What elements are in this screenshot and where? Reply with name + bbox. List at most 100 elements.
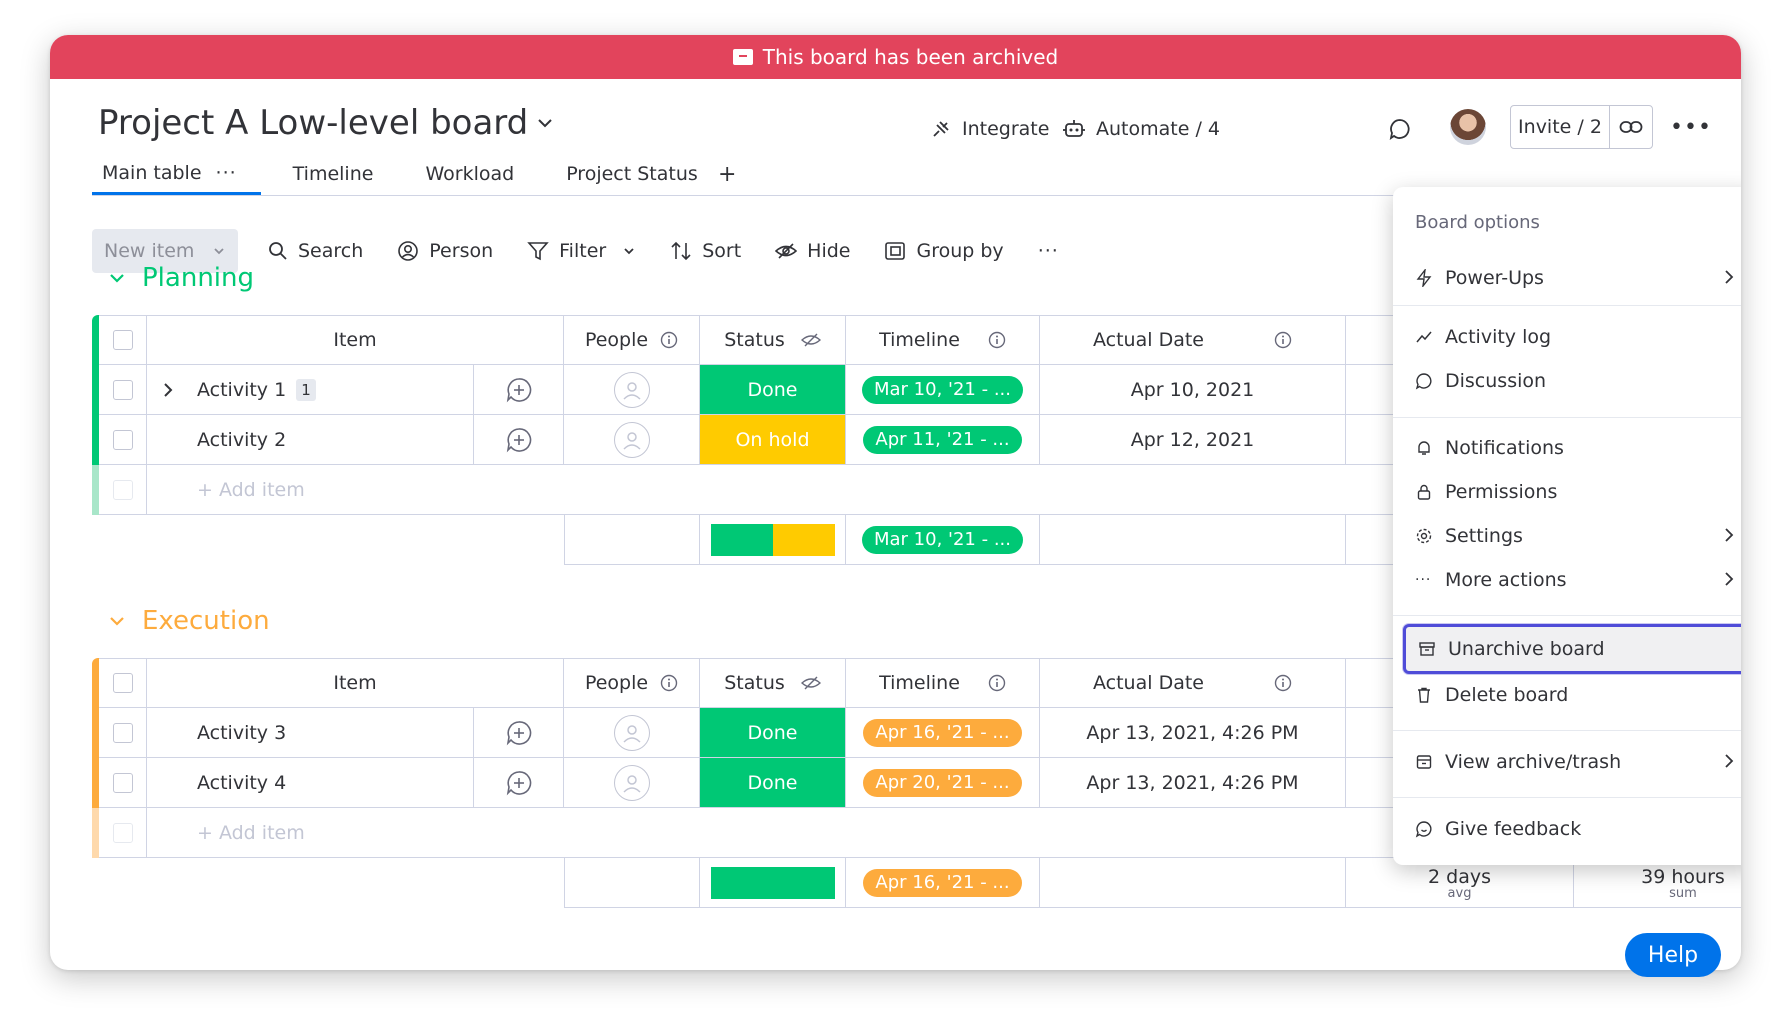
person-filter-button[interactable]: Person	[397, 240, 493, 262]
copy-link-button[interactable]	[1609, 105, 1653, 149]
status-cell[interactable]: Done	[700, 365, 846, 415]
header-status[interactable]: Status	[700, 315, 846, 365]
updates-cell[interactable]	[474, 415, 564, 465]
tab-menu-icon[interactable]: ···	[216, 162, 237, 184]
timeline-pill[interactable]: Mar 10, '21 - ...	[862, 525, 1023, 554]
integrate-button[interactable]: Integrate	[930, 111, 1049, 147]
status-cell[interactable]: Done	[700, 708, 846, 758]
menu-item-view-archive-trash[interactable]: View archive/trash	[1403, 741, 1741, 783]
actual-date-cell[interactable]: Apr 10, 2021	[1040, 365, 1346, 415]
item-cell[interactable]: Activity 3	[147, 708, 474, 758]
chevron-down-icon[interactable]	[108, 269, 126, 287]
header-actual-date[interactable]: Actual Date	[1040, 315, 1346, 365]
updates-cell[interactable]	[474, 758, 564, 808]
actual-date-cell[interactable]: Apr 13, 2021, 4:26 PM	[1040, 708, 1346, 758]
item-name[interactable]: Activity 4	[197, 772, 286, 794]
help-button[interactable]: Help	[1625, 933, 1721, 977]
timeline-cell[interactable]: Mar 10, '21 - ...	[846, 365, 1040, 415]
eye-off-icon[interactable]	[800, 675, 821, 691]
menu-item-notifications[interactable]: Notifications	[1403, 427, 1741, 469]
info-icon[interactable]	[1274, 331, 1292, 349]
status-cell[interactable]: On hold	[700, 415, 846, 465]
board-discussion-button[interactable]	[1388, 111, 1422, 147]
group-title-planning[interactable]: Planning	[108, 263, 254, 293]
info-icon[interactable]	[1274, 674, 1292, 692]
item-cell[interactable]: Activity 1 1	[147, 365, 474, 415]
info-icon[interactable]	[660, 674, 678, 692]
people-cell[interactable]	[564, 708, 700, 758]
sort-button[interactable]: Sort	[670, 240, 741, 262]
row-checkbox[interactable]	[112, 772, 133, 793]
menu-item-unarchive-board[interactable]: Unarchive board	[1403, 624, 1741, 674]
hide-button[interactable]: Hide	[775, 240, 850, 262]
timeline-pill[interactable]: Apr 16, '21 - ...	[863, 868, 1022, 897]
info-icon[interactable]	[988, 331, 1006, 349]
select-all-checkbox[interactable]	[112, 673, 133, 693]
item-name[interactable]: Activity 1	[197, 379, 286, 401]
header-status[interactable]: Status	[700, 658, 846, 708]
row-checkbox[interactable]	[112, 722, 133, 743]
header-actual-date[interactable]: Actual Date	[1040, 658, 1346, 708]
add-view-icon[interactable]: +	[718, 162, 736, 187]
status-cell[interactable]: Done	[700, 758, 846, 808]
more-options-icon[interactable]: •••	[1670, 115, 1712, 140]
search-button[interactable]: Search	[268, 240, 363, 262]
row-checkbox[interactable]	[112, 379, 133, 400]
timeline-cell[interactable]: Apr 20, '21 - ...	[846, 758, 1040, 808]
header-timeline[interactable]: Timeline	[846, 315, 1040, 365]
actual-date-cell[interactable]: Apr 12, 2021	[1040, 415, 1346, 465]
automate-button[interactable]: Automate / 4	[1062, 111, 1220, 147]
updates-cell[interactable]	[474, 365, 564, 415]
group-by-button[interactable]: Group by	[884, 240, 1004, 262]
menu-item-settings[interactable]: Settings	[1403, 515, 1741, 557]
eye-off-icon[interactable]	[800, 332, 821, 348]
item-cell[interactable]: Activity 4	[147, 758, 474, 808]
people-cell[interactable]	[564, 365, 700, 415]
chevron-down-icon[interactable]	[535, 113, 555, 133]
header-people[interactable]: People	[564, 658, 700, 708]
chevron-right-icon[interactable]	[161, 382, 175, 398]
item-cell[interactable]: Activity 2	[147, 415, 474, 465]
item-name[interactable]: Activity 3	[197, 722, 286, 744]
timeline-pill[interactable]: Apr 16, '21 - ...	[863, 718, 1022, 747]
subitems-count-badge[interactable]: 1	[296, 378, 316, 401]
menu-item-power-ups[interactable]: Power-Ups	[1403, 257, 1741, 299]
actual-date-cell[interactable]: Apr 13, 2021, 4:26 PM	[1040, 758, 1346, 808]
chevron-down-icon[interactable]	[108, 612, 126, 630]
timeline-pill[interactable]: Apr 20, '21 - ...	[863, 768, 1022, 797]
menu-item-more-actions[interactable]: ··· More actions	[1403, 559, 1741, 601]
menu-item-delete-board[interactable]: Delete board	[1403, 674, 1741, 716]
timeline-pill[interactable]: Mar 10, '21 - ...	[862, 375, 1023, 404]
select-all-checkbox[interactable]	[112, 330, 133, 350]
add-update-icon[interactable]	[506, 377, 532, 403]
menu-item-permissions[interactable]: Permissions	[1403, 471, 1741, 513]
people-cell[interactable]	[564, 415, 700, 465]
menu-item-give-feedback[interactable]: Give feedback	[1403, 808, 1741, 850]
invite-button[interactable]: Invite / 2	[1510, 105, 1610, 149]
status-distribution-bar[interactable]	[710, 866, 835, 899]
board-title[interactable]: Project A Low-level board	[98, 103, 528, 143]
chevron-down-icon[interactable]	[622, 244, 636, 258]
menu-item-activity-log[interactable]: Activity log	[1403, 316, 1741, 358]
timeline-cell[interactable]: Apr 16, '21 - ...	[846, 708, 1040, 758]
header-timeline[interactable]: Timeline	[846, 658, 1040, 708]
add-update-icon[interactable]	[506, 770, 532, 796]
tab-timeline[interactable]: Timeline	[283, 153, 384, 195]
menu-item-discussion[interactable]: Discussion	[1403, 360, 1741, 402]
row-checkbox[interactable]	[112, 429, 133, 450]
more-toolbar-icon[interactable]: ···	[1038, 240, 1059, 262]
tab-workload[interactable]: Workload	[415, 153, 524, 195]
tab-main-table[interactable]: Main table ···	[92, 153, 261, 195]
info-icon[interactable]	[988, 674, 1006, 692]
status-distribution-bar[interactable]	[710, 523, 835, 556]
info-icon[interactable]	[660, 331, 678, 349]
item-name[interactable]: Activity 2	[197, 429, 286, 451]
timeline-pill[interactable]: Apr 11, '21 - ...	[863, 425, 1022, 454]
header-item[interactable]: Item	[147, 658, 564, 708]
add-update-icon[interactable]	[506, 720, 532, 746]
header-item[interactable]: Item	[147, 315, 564, 365]
header-people[interactable]: People	[564, 315, 700, 365]
timeline-cell[interactable]: Apr 11, '21 - ...	[846, 415, 1040, 465]
tab-project-status[interactable]: Project Status	[556, 153, 708, 195]
people-cell[interactable]	[564, 758, 700, 808]
